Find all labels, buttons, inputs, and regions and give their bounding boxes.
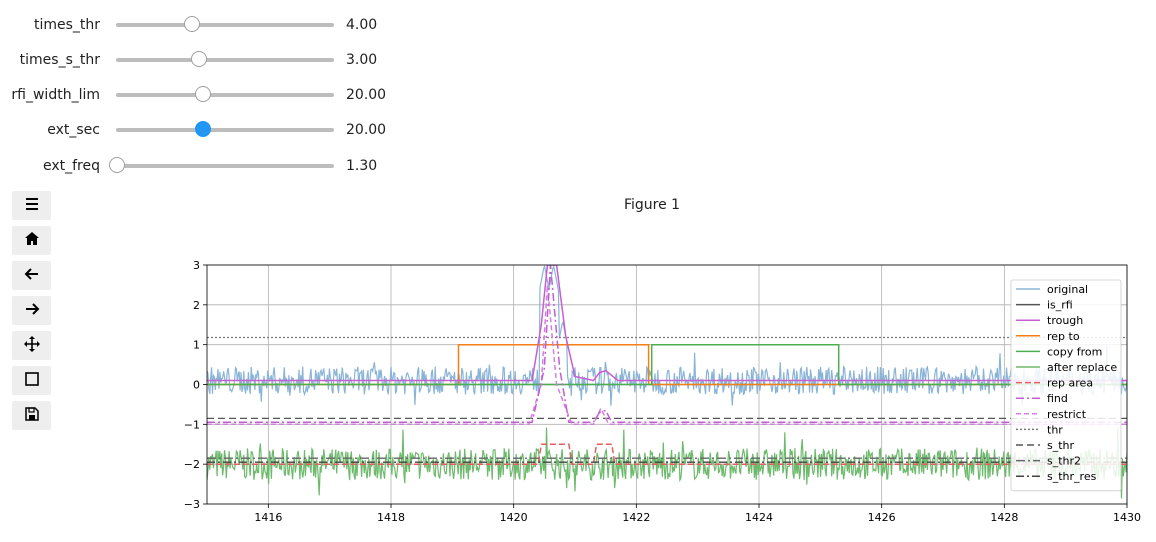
y-tick-label: 3 (193, 259, 200, 272)
y-tick-label: 0 (193, 379, 200, 392)
x-tick-label: 1430 (1113, 511, 1141, 524)
x-tick-label: 1422 (622, 511, 650, 524)
x-tick-label: 1416 (254, 511, 282, 524)
legend-label: s_thr2 (1047, 455, 1081, 468)
y-tick-label: −1 (184, 418, 200, 431)
legend-label: copy from (1047, 345, 1102, 358)
legend-label: is_rfi (1047, 299, 1073, 312)
plot-area (207, 265, 1127, 499)
legend-label: find (1047, 392, 1068, 405)
legend-label: thr (1047, 423, 1063, 436)
x-tick-label: 1428 (990, 511, 1018, 524)
y-tick-label: 1 (193, 339, 200, 352)
legend-label: restrict (1047, 408, 1087, 421)
chart[interactable]: 1416 1418 1420 1422 1424 1426 1428 1430 −3 −2 −1 0 1… (0, 0, 1156, 542)
y-tick-label: 2 (193, 299, 200, 312)
legend-label: rep area (1047, 377, 1093, 390)
y-tick-label: −2 (184, 458, 200, 471)
x-tick-label: 1420 (500, 511, 528, 524)
legend-label: after replace (1047, 361, 1117, 374)
legend-label: rep to (1047, 330, 1080, 343)
x-tick-label: 1418 (377, 511, 405, 524)
legend-label: s_thr_res (1047, 470, 1097, 483)
x-tick-label: 1426 (868, 511, 896, 524)
series-after-replace (207, 427, 1127, 499)
legend-label: original (1047, 283, 1088, 296)
legend-label: trough (1047, 314, 1083, 327)
x-tick-label: 1424 (745, 511, 773, 524)
series-find (207, 265, 1127, 424)
legend-label: s_thr (1047, 439, 1075, 452)
series-restrict (207, 284, 1127, 426)
series-trough (207, 265, 1127, 382)
y-tick-label: −3 (184, 498, 200, 511)
